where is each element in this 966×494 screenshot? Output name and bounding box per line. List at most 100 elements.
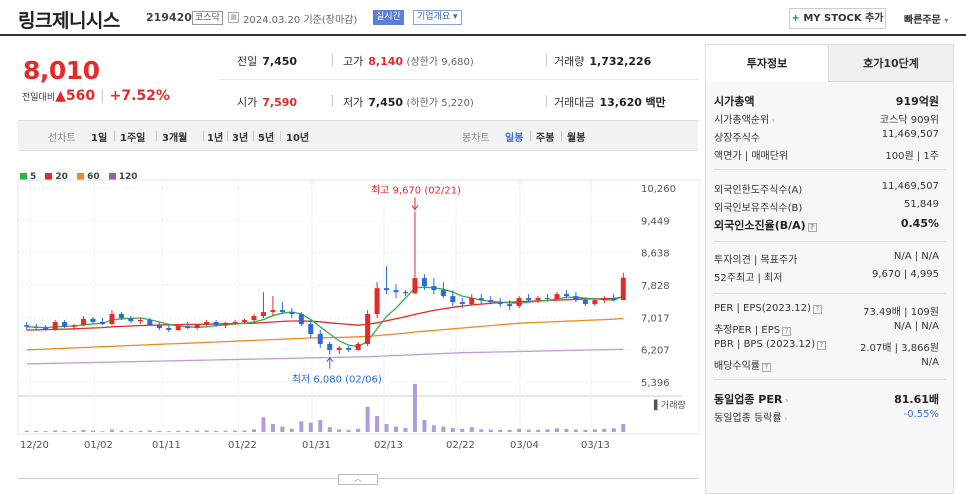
candle-body bbox=[440, 290, 446, 297]
range-5y[interactable]: 5년 bbox=[258, 129, 274, 144]
candle-body bbox=[33, 326, 39, 328]
chart-range-bar: 선차트 1일 1주일 3개월 1년 3년 5년 10년 봉차트 일봉 주봉 월봉 bbox=[18, 120, 698, 151]
range-10y[interactable]: 10년 bbox=[286, 129, 309, 144]
info-row[interactable]: 시가총액순위 › 코스닥 909위 bbox=[714, 111, 939, 127]
volume-bar bbox=[72, 430, 77, 432]
volume-bar bbox=[119, 430, 124, 432]
add-mystock-button[interactable]: + MY STOCK 추가 bbox=[789, 8, 886, 29]
volume-bar bbox=[394, 426, 399, 432]
candle-body bbox=[194, 324, 200, 328]
info-row: 투자의견 | 목표주가 N/A | N/A bbox=[714, 251, 939, 267]
volume-bar bbox=[280, 426, 285, 432]
tab-investment-info[interactable]: 투자정보 bbox=[706, 45, 829, 82]
market-badge: 코스닥 bbox=[192, 11, 223, 25]
line-chart-label: 선차트 bbox=[48, 133, 76, 144]
stock-code: 219420 bbox=[146, 11, 192, 24]
candle-body bbox=[469, 298, 475, 305]
info-row: 외국인보유주식수(B) 51,849 bbox=[714, 199, 939, 215]
candle-body bbox=[260, 312, 266, 317]
info-value: 81.61배 bbox=[894, 393, 939, 406]
candle-body bbox=[620, 277, 626, 301]
help-icon[interactable]: ? bbox=[762, 363, 771, 372]
info-value: N/A | N/A bbox=[893, 321, 939, 332]
y-tick-label: 9,449 bbox=[641, 216, 670, 227]
info-label: 52주최고 | 최저 bbox=[714, 273, 783, 284]
volume-bar bbox=[128, 430, 133, 432]
candle-body bbox=[289, 312, 295, 315]
candle-body bbox=[488, 300, 494, 303]
range-3y[interactable]: 3년 bbox=[232, 129, 248, 144]
candle-body bbox=[24, 325, 30, 327]
volume-bar bbox=[147, 430, 152, 432]
help-icon[interactable]: ? bbox=[807, 223, 817, 232]
candle-body bbox=[393, 290, 399, 293]
candle-body bbox=[365, 314, 371, 344]
info-label: 외국인소진율(B/A) bbox=[714, 219, 806, 232]
range-1w[interactable]: 1주일 bbox=[120, 129, 145, 144]
chevron-down-icon: ▾ bbox=[944, 16, 949, 25]
x-tick-label: 03/13 bbox=[581, 440, 610, 451]
volume-bar bbox=[109, 429, 114, 432]
info-label: 동일업종 등락률 bbox=[714, 413, 782, 424]
volume-bar bbox=[431, 425, 436, 432]
candle-daily[interactable]: 일봉 bbox=[505, 129, 523, 144]
info-row[interactable]: PBR | BPS (2023.12)? 2.07배 | 3,866원 bbox=[714, 339, 939, 355]
candle-body bbox=[611, 298, 617, 301]
candle-body bbox=[213, 322, 219, 326]
y-tick-label: 7,017 bbox=[641, 313, 670, 324]
candle-body bbox=[128, 318, 134, 322]
info-row[interactable]: 추정PER | EPS? N/A | N/A bbox=[714, 321, 939, 337]
candle-body bbox=[336, 347, 342, 350]
info-row[interactable]: PER | EPS(2023.12)? 73.49배 | 109원 bbox=[714, 303, 939, 319]
change-percent: +7.52% bbox=[109, 88, 170, 104]
price-summary: 8,010 전일대비▲560 | +7.52% bbox=[18, 44, 218, 118]
info-row[interactable]: 동일업종 등락률 › -0.55% bbox=[714, 409, 939, 425]
volume-bar bbox=[337, 429, 342, 432]
candlestick-chart[interactable]: 10,260 9,449 8,638 7,828 7,017 6,207 5,396 ▌거래량… bbox=[0, 150, 700, 470]
info-value: 73.49배 | 109원 bbox=[863, 307, 939, 318]
info-label: 투자의견 | 목표주가 bbox=[714, 255, 798, 266]
x-tick-label: 02/22 bbox=[446, 440, 475, 451]
help-icon[interactable]: ? bbox=[782, 327, 792, 336]
realtime-button[interactable]: 실시간 bbox=[373, 10, 404, 25]
x-tick-label: 01/22 bbox=[228, 440, 257, 451]
candle-weekly[interactable]: 주봉 bbox=[536, 129, 554, 144]
volume-bar bbox=[526, 429, 531, 432]
change-amount: ▲560 bbox=[55, 88, 96, 104]
tab-orderbook-10[interactable]: 호가10단계 bbox=[829, 45, 953, 82]
collapse-chart-button[interactable]: ︿ bbox=[338, 474, 378, 485]
help-icon[interactable]: ? bbox=[817, 341, 827, 350]
info-row[interactable]: 동일업종 PER › 81.61배 bbox=[714, 391, 939, 407]
range-1d[interactable]: 1일 bbox=[91, 129, 107, 144]
volume-bar bbox=[488, 429, 493, 432]
candle-body bbox=[573, 296, 579, 301]
candle-body bbox=[412, 278, 418, 294]
candle-body bbox=[185, 326, 191, 328]
volume-label: ▌거래량 bbox=[653, 399, 686, 411]
info-label: PBR | BPS (2023.12) bbox=[714, 339, 816, 350]
help-icon[interactable]: ? bbox=[812, 305, 822, 314]
candle-chart-label: 봉차트 bbox=[462, 133, 490, 144]
volume-bar bbox=[545, 429, 550, 432]
candle-body bbox=[327, 343, 333, 350]
chevron-up-icon: ︿ bbox=[354, 474, 362, 483]
company-overview-dropdown[interactable]: 기업개요 ▾ bbox=[413, 10, 462, 25]
candle-body bbox=[62, 322, 68, 327]
range-3m[interactable]: 3개월 bbox=[162, 129, 187, 144]
candle-body bbox=[109, 314, 115, 325]
candle-monthly[interactable]: 월봉 bbox=[567, 129, 585, 144]
change-label: 전일대비 bbox=[22, 93, 56, 103]
stat-high: 고가 8,140 (상한가 9,680) bbox=[343, 55, 474, 68]
volume-bar bbox=[91, 430, 96, 432]
volume-bar bbox=[507, 429, 512, 432]
range-1y[interactable]: 1년 bbox=[207, 129, 223, 144]
volume-bar bbox=[166, 431, 171, 432]
info-row[interactable]: 외국인소진율(B/A)? 0.45% bbox=[714, 217, 939, 233]
info-row[interactable]: 배당수익률? N/A bbox=[714, 357, 939, 373]
info-row: 시가총액 919억원 bbox=[714, 93, 939, 109]
volume-bar bbox=[621, 424, 626, 432]
volume-bar bbox=[233, 430, 238, 432]
info-value: 2.07배 | 3,866원 bbox=[859, 343, 939, 354]
volume-bar bbox=[43, 431, 48, 432]
quick-order-button[interactable]: 빠른주문 ▾ bbox=[904, 11, 948, 26]
